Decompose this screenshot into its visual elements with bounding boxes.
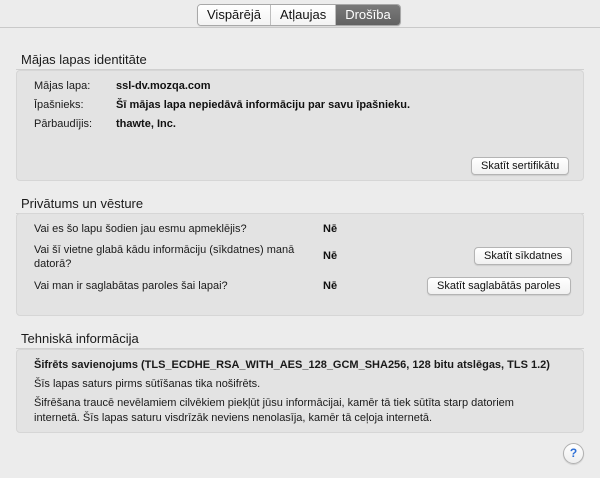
encryption-explanation: Šifrēšana traucē nevēlamiem cilvēkiem pi… [34,397,514,424]
view-cookies-button[interactable]: Skatīt sīkdatnes [474,247,573,265]
owner-value: Šī mājas lapa nepiedāvā informāciju par … [116,99,411,111]
privacy-panel: Vai es šo lapu šodien jau esmu apmeklēji… [16,213,584,316]
identity-panel: Mājas lapa: ssl-dv.mozqa.com Īpašnieks: … [16,70,584,181]
view-certificate-button[interactable]: Skatīt sertifikātu [471,157,570,175]
toolbar-divider [0,27,600,28]
verified-by-value: thawte, Inc. [116,118,176,130]
visited-question: Vai es šo lapu šodien jau esmu apmeklēji… [34,223,247,235]
privacy-section-title: Privātums un vēsture [21,196,144,211]
passwords-answer: Nē [323,280,338,292]
visited-answer: Nē [323,223,338,235]
help-button[interactable]: ? [563,443,584,464]
identity-section-title: Mājas lapas identitāte [21,52,147,67]
tab-bar: Vispārējā Atļaujas Drošība [197,4,401,26]
owner-label: Īpašnieks: [34,99,84,111]
technical-section-title: Tehniskā informācija [21,331,139,346]
tab-general[interactable]: Vispārējā [198,5,271,25]
technical-panel: Šifrēts savienojums (TLS_ECDHE_RSA_WITH_… [16,349,584,433]
view-passwords-button[interactable]: Skatīt saglabātās paroles [427,277,571,295]
tab-permissions[interactable]: Atļaujas [270,5,337,25]
tab-security[interactable]: Drošība [336,5,400,25]
connection-info: Šifrēts savienojums (TLS_ECDHE_RSA_WITH_… [34,359,550,371]
cookies-answer: Nē [323,250,338,262]
verified-by-label: Pārbaudījis: [34,118,93,130]
cookies-question: Vai šī vietne glabā kādu informāciju (sī… [34,244,295,270]
encryption-notice: Šīs lapas saturs pirms sūtīšanas tika no… [34,378,261,390]
website-value: ssl-dv.mozqa.com [116,80,211,92]
passwords-question: Vai man ir saglabātas paroles šai lapai? [34,280,228,292]
website-label: Mājas lapa: [34,80,91,92]
